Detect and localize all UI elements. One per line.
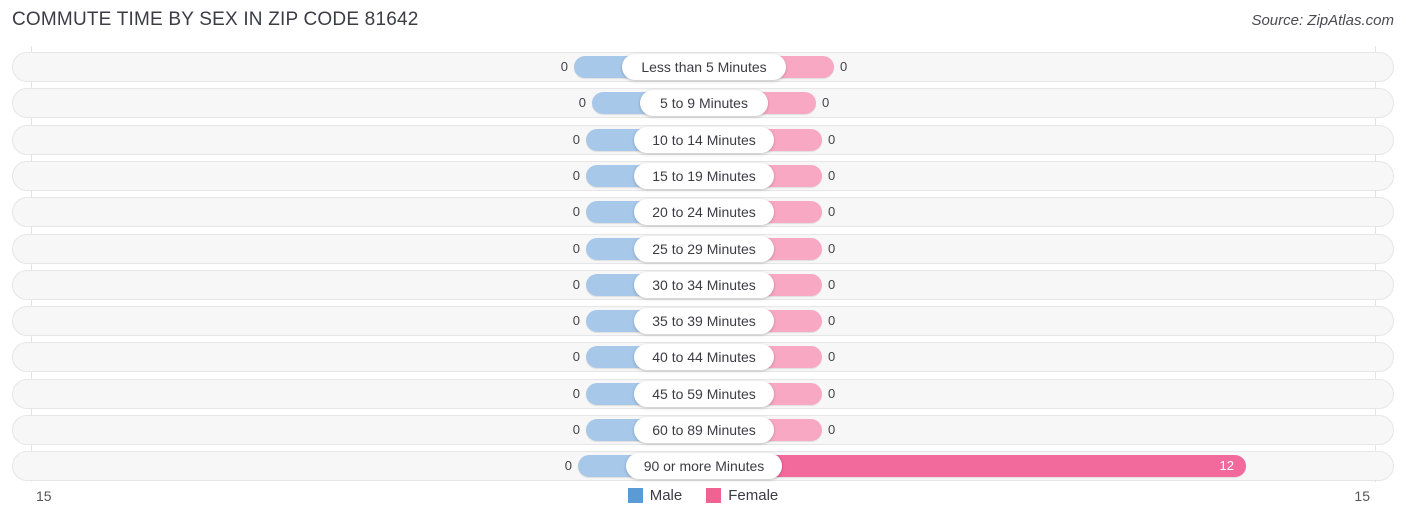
legend-swatch-male-icon (627, 488, 643, 503)
bar-track: 0 0 25 to 29 Minutes (13, 235, 1395, 263)
bar-female[interactable] (760, 455, 1246, 478)
page-title: COMMUTE TIME BY SEX IN ZIP CODE 81642 (12, 9, 419, 30)
category-label[interactable]: 90 or more Minutes (626, 453, 782, 480)
category-label[interactable]: 25 to 29 Minutes (634, 235, 774, 262)
bar-track: 0 0 40 to 44 Minutes (13, 343, 1395, 371)
value-label-male: 0 (572, 349, 580, 365)
value-label-female: 0 (828, 385, 836, 401)
value-label-female: 0 (822, 95, 830, 111)
value-label-male: 0 (572, 385, 580, 401)
table-row[interactable]: 0 0 15 to 19 Minutes (12, 160, 1395, 191)
value-label-male: 0 (572, 167, 580, 183)
bar-track: 0 12 90 or more Minutes (13, 452, 1395, 480)
value-label-male: 0 (572, 131, 580, 147)
category-label[interactable]: 15 to 19 Minutes (634, 162, 774, 189)
chart-header: COMMUTE TIME BY SEX IN ZIP CODE 81642 So… (0, 0, 1406, 42)
category-label[interactable]: 40 to 44 Minutes (634, 344, 774, 371)
value-label-female: 0 (840, 59, 848, 74)
value-label-female: 0 (828, 422, 836, 437)
value-label-female: 0 (828, 167, 836, 183)
table-row[interactable]: 0 0 5 to 9 Minutes (12, 88, 1395, 119)
table-row[interactable]: 0 0 Less than 5 Minutes (12, 52, 1394, 82)
bar-track: 0 0 10 to 14 Minutes (13, 126, 1395, 154)
bar-track: 0 0 5 to 9 Minutes (13, 89, 1395, 117)
value-label-female: 12 (1219, 458, 1234, 474)
table-row[interactable]: 0 0 10 to 14 Minutes (12, 124, 1395, 155)
bar-track: 0 0 60 to 89 Minutes (13, 416, 1395, 444)
table-row[interactable]: 0 0 30 to 34 Minutes (12, 269, 1395, 300)
value-label-female: 0 (828, 276, 836, 292)
legend-swatch-female-icon (706, 488, 722, 503)
value-label-male: 0 (572, 276, 580, 292)
bar-track: 0 0 20 to 24 Minutes (13, 198, 1395, 226)
value-label-male: 0 (564, 458, 572, 474)
value-label-male: 0 (560, 59, 568, 74)
table-row[interactable]: 0 12 90 or more Minutes (12, 451, 1395, 482)
table-row[interactable]: 0 0 20 to 24 Minutes (12, 197, 1395, 228)
bar-track: 0 0 30 to 34 Minutes (13, 271, 1395, 299)
bar-track: 0 0 35 to 39 Minutes (13, 307, 1395, 335)
value-label-female: 0 (828, 240, 836, 256)
value-label-male: 0 (572, 204, 580, 220)
chart-footer: 15 15 Male Female (0, 482, 1406, 522)
category-label[interactable]: 20 to 24 Minutes (634, 199, 774, 226)
value-label-male: 0 (572, 240, 580, 256)
table-row[interactable]: 0 0 60 to 89 Minutes (12, 415, 1394, 445)
value-label-male: 0 (578, 95, 586, 111)
category-label[interactable]: 60 to 89 Minutes (634, 417, 774, 443)
value-label-female: 0 (828, 204, 836, 220)
value-label-female: 0 (828, 313, 836, 329)
chart-legend: Male Female (0, 487, 1406, 504)
table-row[interactable]: 0 0 25 to 29 Minutes (12, 233, 1395, 264)
table-row[interactable]: 0 0 35 to 39 Minutes (12, 306, 1395, 337)
legend-label-female: Female (728, 487, 779, 504)
source-attribution: Source: ZipAtlas.com (1251, 12, 1394, 29)
bar-track: 0 0 Less than 5 Minutes (13, 53, 1395, 81)
value-label-male: 0 (572, 313, 580, 329)
table-row[interactable]: 0 0 45 to 59 Minutes (12, 378, 1395, 409)
table-row[interactable]: 0 0 40 to 44 Minutes (12, 342, 1395, 373)
legend-label-male: Male (649, 487, 683, 504)
legend-item-female[interactable]: Female (706, 487, 778, 504)
category-label[interactable]: 45 to 59 Minutes (634, 380, 774, 407)
legend-item-male[interactable]: Male (627, 487, 683, 504)
category-label[interactable]: 10 to 14 Minutes (634, 126, 774, 153)
bar-track: 0 0 15 to 19 Minutes (13, 162, 1395, 190)
value-label-female: 0 (828, 349, 836, 365)
chart-plot-area: 0 0 Less than 5 Minutes 0 0 5 to 9 Minutes 0 0 1… (0, 46, 1406, 482)
bar-track: 0 0 45 to 59 Minutes (13, 380, 1395, 408)
value-label-female: 0 (828, 131, 836, 147)
category-label[interactable]: 5 to 9 Minutes (640, 90, 768, 117)
category-label[interactable]: Less than 5 Minutes (622, 54, 786, 80)
value-label-male: 0 (572, 422, 580, 437)
category-label[interactable]: 35 to 39 Minutes (634, 308, 774, 335)
category-label[interactable]: 30 to 34 Minutes (634, 271, 774, 298)
